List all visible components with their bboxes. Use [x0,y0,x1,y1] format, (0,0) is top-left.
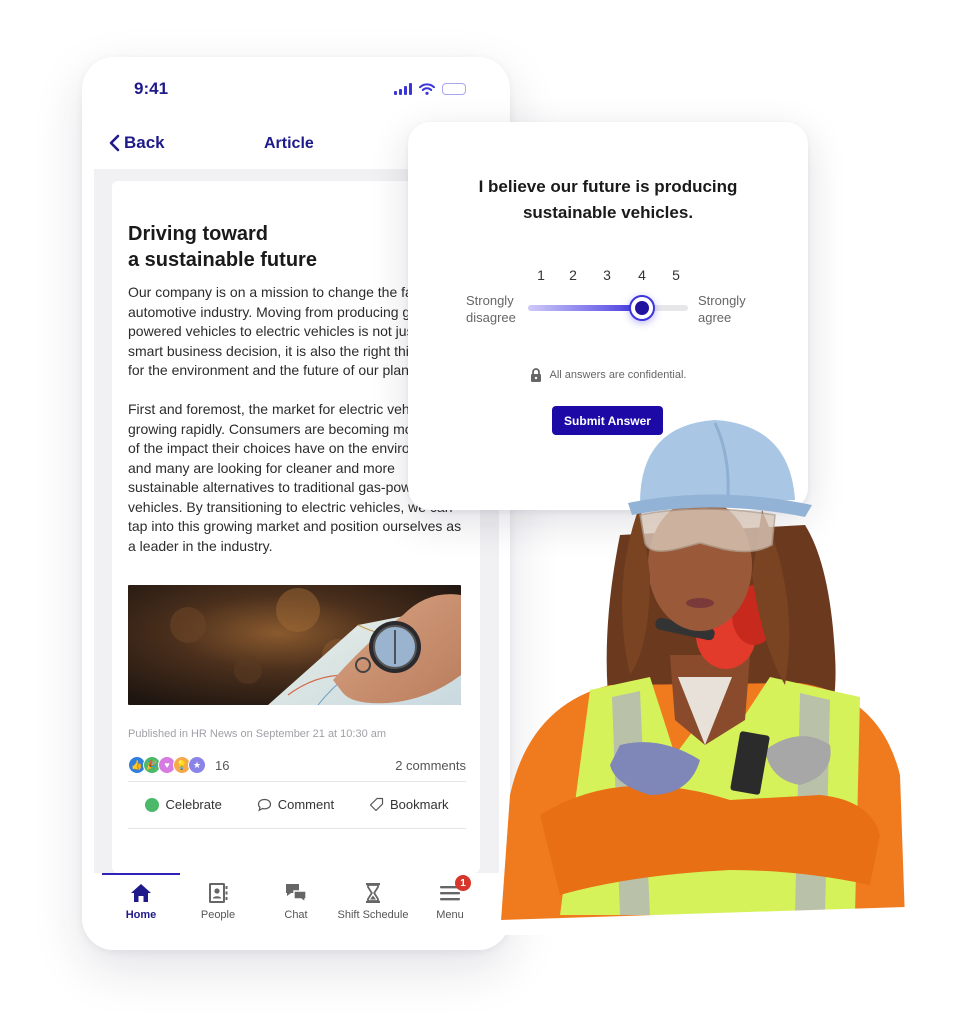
construction-worker-illustration [500,420,905,935]
agreement-slider[interactable] [528,295,688,321]
bookmark-tag-icon [369,797,384,812]
support-reaction-icon: ★ [188,756,206,774]
reactions-summary[interactable]: 👍 🎉 ♥ 💡 ★ 16 [128,756,229,774]
page-title: Article [264,135,314,152]
chat-icon [286,884,307,904]
status-time: 9:41 [134,79,169,98]
divider [128,828,466,829]
home-icon [131,884,151,902]
published-info: Published in HR News on September 21 at … [128,728,387,740]
scale-min-label: Strongly disagree [466,293,516,325]
lock-icon [530,368,541,382]
scale-option[interactable]: 5 [672,267,680,283]
survey-question: I believe our future is producing sustai… [478,177,738,222]
scale-option[interactable]: 1 [537,267,545,283]
battery-icon [442,83,466,95]
article-title: Driving toward a sustainable future [128,223,317,271]
scale-numbers: 1 2 3 4 5 [528,267,688,287]
chevron-left-icon [109,134,120,152]
contacts-icon [209,883,228,903]
celebrate-button[interactable]: Celebrate [145,797,222,812]
worker-photo [500,415,920,935]
slider-thumb[interactable] [629,295,656,321]
compass-map-photo [128,585,461,705]
scale-max-label: Strongly agree [698,293,746,325]
status-bar: 9:41 [82,57,510,121]
divider [128,781,466,782]
bottom-tab-bar: Home People Chat Shift Schedule 1 Menu [82,873,510,950]
back-button[interactable]: Back [108,133,165,153]
scale-option[interactable]: 3 [603,267,611,283]
tab-people[interactable]: People [173,881,263,921]
comment-icon [257,798,271,812]
bookmark-button[interactable]: Bookmark [369,797,449,812]
back-label: Back [124,133,165,152]
wifi-icon [419,83,435,95]
signal-icon [394,83,412,95]
tab-menu[interactable]: 1 Menu [405,875,495,921]
celebrate-icon [145,797,160,812]
hourglass-icon [366,883,380,903]
article-image [128,585,461,705]
reaction-count: 16 [215,757,230,773]
scale-option[interactable]: 4 [638,267,646,283]
slider-fill [528,305,643,311]
active-tab-indicator [102,873,180,875]
notification-badge: 1 [455,875,471,891]
article-actions: Celebrate Comment Bookmark [128,797,466,812]
comments-link[interactable]: 2 comments [395,758,466,773]
scale-option[interactable]: 2 [569,267,577,283]
comment-button[interactable]: Comment [257,797,334,812]
confidential-note: All answers are confidential. [408,368,808,382]
